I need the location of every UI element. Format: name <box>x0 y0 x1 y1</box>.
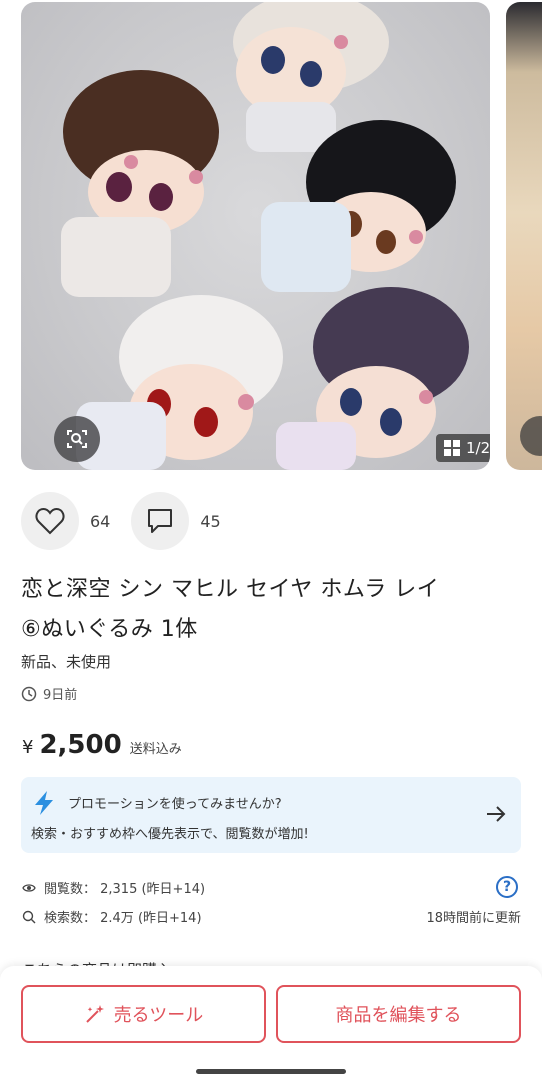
promotion-description: 検索・おすすめ枠へ優先表示で、閲覧数が増加! <box>31 827 309 842</box>
searches-text: 検索数： 2.4万 (昨日+14) <box>44 911 202 926</box>
next-photo-preview[interactable] <box>506 2 542 470</box>
plush-dolls-illustration <box>61 2 469 470</box>
comment-count: 45 <box>200 511 221 531</box>
image-carousel[interactable]: 1/2 <box>0 0 542 472</box>
product-title: 恋と深空 シン マヒル セイヤ ホムラ レイ ⑥ぬいぐるみ 1体 <box>21 570 526 650</box>
search-icon <box>22 910 36 923</box>
price-value: 2,500 <box>39 730 122 760</box>
product-title-line-2: ⑥ぬいぐるみ 1体 <box>21 617 198 642</box>
engagement-bar: 64 45 <box>21 492 221 550</box>
bottom-action-bar: 売るツール 商品を編集する <box>0 966 542 1080</box>
views-stat: 閲覧数： 2,315 (昨日+14) <box>22 878 205 897</box>
image-search-button[interactable] <box>54 416 100 462</box>
heart-icon <box>35 507 65 535</box>
edit-item-button[interactable]: 商品を編集する <box>276 985 521 1043</box>
grid-icon <box>444 440 460 456</box>
clock-icon <box>21 686 37 701</box>
product-condition: 新品、未使用 <box>21 653 112 671</box>
page-indicator-text: 1/2 <box>466 439 490 457</box>
currency-symbol: ¥ <box>22 737 34 758</box>
comment-button[interactable] <box>131 492 190 550</box>
like-button[interactable] <box>21 492 79 550</box>
shipping-label: 送料込み <box>129 742 182 757</box>
eye-icon <box>22 883 36 892</box>
page-indicator: 1/2 <box>436 434 490 462</box>
arrow-right-icon <box>487 806 506 822</box>
product-title-line-1: 恋と深空 シン マヒル セイヤ ホムラ レイ <box>21 577 440 602</box>
promotion-banner[interactable]: プロモーションを使ってみませんか? 検索・おすすめ枠へ優先表示で、閲覧数が増加! <box>21 777 521 853</box>
sell-tool-label: 売るツール <box>113 1005 204 1026</box>
magic-wand-icon <box>85 1005 104 1023</box>
searches-stat: 検索数： 2.4万 (昨日+14) <box>22 907 202 926</box>
like-count: 64 <box>90 511 111 531</box>
updated-time: 18時間前に更新 <box>426 911 521 926</box>
comment-icon <box>148 509 173 533</box>
help-icon[interactable]: ? <box>496 876 518 898</box>
posted-time-text: 9日前 <box>43 688 78 703</box>
edit-item-label: 商品を編集する <box>335 1005 462 1026</box>
posted-time: 9日前 <box>21 684 77 703</box>
lightning-icon <box>35 791 53 815</box>
home-indicator[interactable] <box>196 1069 346 1074</box>
sell-tool-button[interactable]: 売るツール <box>21 985 266 1043</box>
price-row: ¥ 2,500 送料込み <box>22 730 182 760</box>
product-photo[interactable]: 1/2 <box>21 2 490 470</box>
views-text: 閲覧数： 2,315 (昨日+14) <box>44 882 206 897</box>
image-search-icon <box>520 416 542 456</box>
image-search-icon <box>67 430 87 448</box>
promotion-title: プロモーションを使ってみませんか? <box>68 797 282 812</box>
